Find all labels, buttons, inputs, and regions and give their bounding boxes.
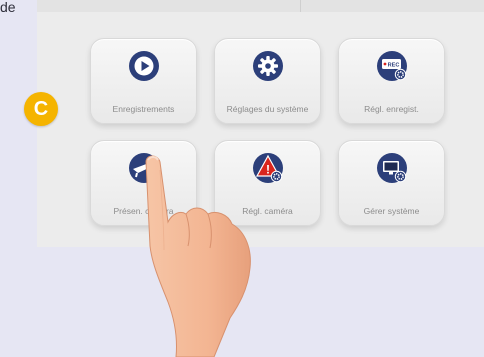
tile-label: Régl. enregist.	[364, 104, 419, 114]
tile-label: Présen. caméra	[113, 206, 174, 216]
camera-alert-settings-icon: !	[253, 153, 283, 183]
manage-system-icon	[377, 153, 407, 183]
tile-regl-camera[interactable]: ! Régl. caméra	[214, 140, 321, 226]
rec-text: REC	[388, 62, 400, 68]
callout-marker-c: C	[24, 92, 58, 126]
tile-gerer-systeme[interactable]: Gérer système	[338, 140, 445, 226]
rec-settings-icon: REC	[377, 51, 407, 81]
cropped-edge-text: de	[0, 0, 16, 15]
tile-label: Réglages du système	[226, 104, 309, 114]
camera-presentation-icon	[129, 153, 159, 183]
tile-enregistrements[interactable]: Enregistrements	[90, 38, 197, 124]
tile-label: Régl. caméra	[242, 206, 293, 216]
tile-reglages-systeme[interactable]: Réglages du système	[214, 38, 321, 124]
alert-mark: !	[266, 163, 270, 177]
tile-presen-camera[interactable]: Présen. caméra	[90, 140, 197, 226]
gear-icon	[253, 51, 283, 81]
tile-label: Gérer système	[363, 206, 420, 216]
tile-regl-enregist[interactable]: REC Régl. enregist.	[338, 38, 445, 124]
play-icon	[129, 51, 159, 81]
tile-label: Enregistrements	[112, 104, 175, 114]
